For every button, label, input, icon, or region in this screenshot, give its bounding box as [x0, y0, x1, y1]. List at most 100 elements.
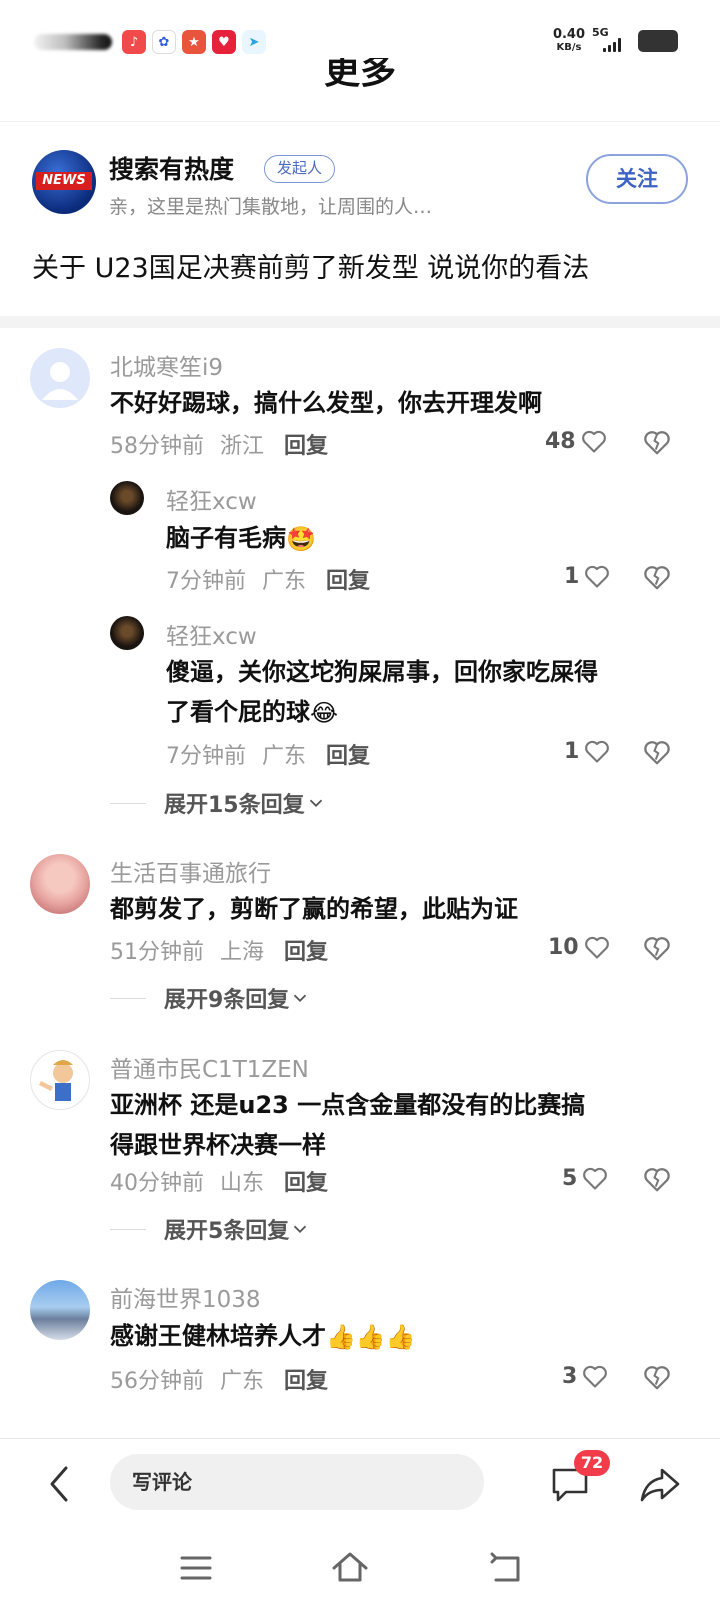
- dislike-button[interactable]: [642, 427, 672, 457]
- broken-heart-icon: [644, 1366, 670, 1390]
- baidu-app-icon: ✿: [152, 30, 176, 54]
- emoji: 🤩: [286, 525, 316, 553]
- reply-button[interactable]: 回复: [326, 569, 370, 594]
- heart-icon: [585, 565, 610, 588]
- heart-icon: [585, 740, 610, 763]
- reply-button[interactable]: 回复: [284, 1369, 328, 1394]
- expand-replies[interactable]: 展开9条回复: [110, 982, 311, 1014]
- dislike-button[interactable]: [642, 1164, 672, 1194]
- comment-time: 40分钟前: [110, 1171, 204, 1196]
- heart-icon: [581, 430, 606, 453]
- chevron-down-icon: [309, 799, 322, 808]
- reply-meta: 7分钟前 广东 回复: [166, 563, 370, 595]
- back-button[interactable]: [42, 1462, 78, 1506]
- telegram-app-icon: ➤: [242, 30, 266, 54]
- chevron-left-icon: [50, 1466, 68, 1502]
- like-button[interactable]: 3: [562, 1362, 609, 1390]
- broken-heart-icon: [644, 937, 670, 961]
- avatar[interactable]: [110, 616, 144, 650]
- comment-input[interactable]: 写评论: [110, 1454, 484, 1510]
- broken-heart-icon: [644, 566, 670, 590]
- comment-text: 不好好踢球，搞什么发型，你去开理发啊: [110, 389, 542, 417]
- avatar[interactable]: [30, 1050, 90, 1110]
- topic-title[interactable]: 搜索有热度: [109, 150, 234, 186]
- comment-username[interactable]: 普通市民C1T1ZEN: [110, 1050, 309, 1084]
- topic-description: 亲，这里是热门集散地，让周围的人…: [109, 196, 433, 218]
- comment-count-badge: 72: [574, 1450, 610, 1476]
- broken-heart-icon: [644, 741, 670, 765]
- comment-username[interactable]: 前海世界1038: [110, 1280, 261, 1314]
- like-button[interactable]: 1: [564, 562, 611, 590]
- carrier-blurred: [34, 34, 112, 50]
- avatar[interactable]: [30, 348, 90, 408]
- avatar[interactable]: [30, 1280, 90, 1340]
- initiator-badge: 发起人: [264, 155, 336, 183]
- topic-question: 关于 U23国足决赛前剪了新发型 说说你的看法: [32, 253, 590, 284]
- share-icon: [640, 1468, 680, 1502]
- like-count: 10: [548, 934, 579, 960]
- heart-icon: [583, 1365, 608, 1388]
- reply-button[interactable]: 回复: [284, 434, 328, 459]
- comment-meta: 51分钟前 上海 回复: [110, 934, 328, 966]
- emoji: 👍👍👍: [326, 1323, 416, 1351]
- comment-time: 51分钟前: [110, 940, 204, 965]
- comment-username[interactable]: 生活百事通旅行: [110, 854, 271, 888]
- reply-button[interactable]: 回复: [284, 1171, 328, 1196]
- shopping-app-icon: ♥: [212, 30, 236, 54]
- heart-icon: [584, 936, 609, 959]
- divider: [0, 121, 720, 122]
- comment-text: 都剪发了，剪断了赢的希望，此贴为证: [110, 895, 518, 923]
- like-count: 1: [564, 738, 580, 764]
- like-button[interactable]: 10: [548, 933, 611, 961]
- share-button[interactable]: [638, 1462, 682, 1506]
- dislike-button[interactable]: [642, 933, 672, 963]
- reply-text: 傻逼，关你这坨狗屎屌事，回你家吃屎得 了看个屁的球😂: [166, 652, 676, 733]
- network-speed: 0.40 KB/s: [552, 27, 586, 53]
- game-app-icon: ★: [182, 30, 206, 54]
- follow-button[interactable]: 关注: [586, 154, 688, 204]
- dislike-button[interactable]: [642, 562, 672, 592]
- avatar[interactable]: [110, 481, 144, 515]
- comment-text: 亚洲杯 还是u23 一点含金量都没有的比赛搞 得跟世界杯决赛一样: [110, 1091, 586, 1159]
- like-button[interactable]: 48: [545, 427, 608, 455]
- emoji: 😂: [310, 699, 339, 727]
- reply-button[interactable]: 回复: [284, 940, 328, 965]
- comment-location: 广东: [220, 1369, 265, 1394]
- top-partial-title: 更多: [323, 58, 396, 92]
- like-count: 5: [562, 1165, 578, 1191]
- comment-time: 56分钟前: [110, 1369, 204, 1394]
- like-count: 3: [562, 1363, 578, 1389]
- battery-icon: [638, 30, 678, 52]
- topic-avatar[interactable]: NEWS: [32, 150, 96, 214]
- divider: [0, 1438, 720, 1439]
- comment-username[interactable]: 北城寒笙i9: [110, 348, 223, 382]
- reply-time: 7分钟前: [166, 569, 246, 594]
- like-button[interactable]: 1: [564, 737, 611, 765]
- news-logo-text: NEWS: [36, 172, 92, 190]
- signal-icon: [603, 38, 621, 52]
- comment-time: 58分钟前: [110, 434, 204, 459]
- comment-meta: 58分钟前 浙江 回复: [110, 428, 328, 460]
- home-icon[interactable]: [330, 1548, 370, 1588]
- reply-location: 广东: [262, 744, 307, 769]
- reply-username[interactable]: 轻狂xcw: [166, 482, 257, 516]
- dislike-button[interactable]: [642, 737, 672, 767]
- like-button[interactable]: 5: [562, 1164, 609, 1192]
- section-divider: [0, 316, 720, 328]
- dislike-button[interactable]: [642, 1362, 672, 1392]
- menu-icon[interactable]: [176, 1548, 216, 1588]
- like-count: 48: [545, 428, 576, 454]
- reply-button[interactable]: 回复: [326, 744, 370, 769]
- broken-heart-icon: [644, 431, 670, 455]
- comment-location: 山东: [220, 1171, 265, 1196]
- back-nav-icon[interactable]: [486, 1548, 526, 1588]
- avatar[interactable]: [30, 854, 90, 914]
- reply-meta: 7分钟前 广东 回复: [166, 738, 370, 770]
- expand-replies[interactable]: 展开15条回复: [110, 787, 327, 819]
- comment-text: 感谢王健林培养人才👍👍👍: [110, 1316, 416, 1357]
- broken-heart-icon: [644, 1168, 670, 1192]
- reply-username[interactable]: 轻狂xcw: [166, 617, 257, 651]
- like-count: 1: [564, 563, 580, 589]
- expand-replies[interactable]: 展开5条回复: [110, 1213, 311, 1245]
- reply-location: 广东: [262, 569, 307, 594]
